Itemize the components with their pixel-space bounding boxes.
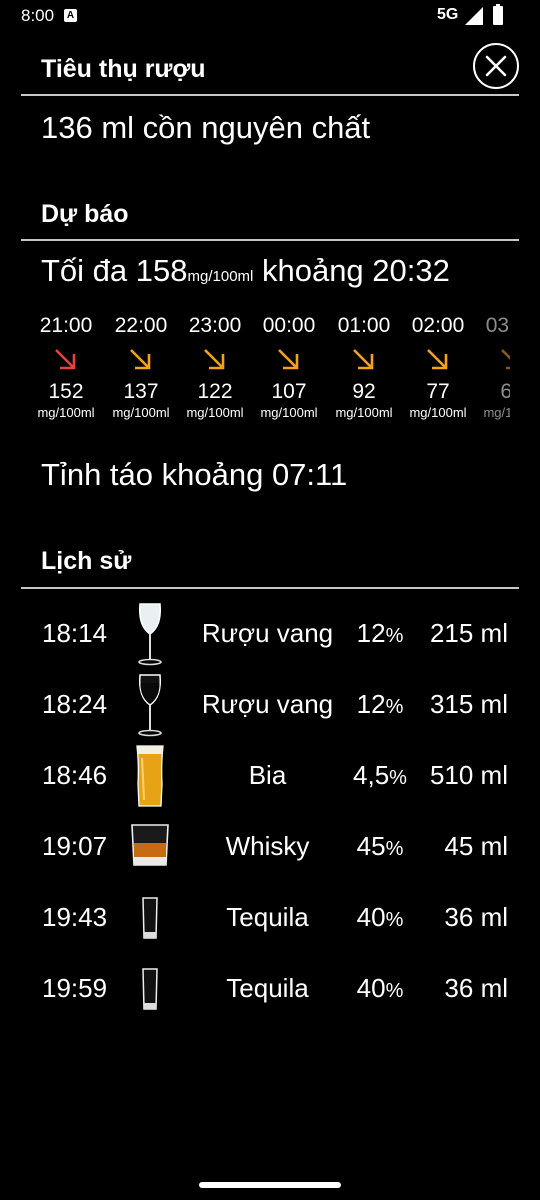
max-bac-time: khoảng 20:32 [253,253,450,288]
history-drink-name: Rượu vang [201,689,334,719]
sober-time: Tỉnh táo khoảng 07:11 [41,457,348,492]
battery-icon [493,4,503,25]
history-volume: 45 ml [444,831,508,861]
history-time: 18:24 [42,689,108,719]
shot-glass-icon [142,897,158,939]
wine-glass-icon [138,674,162,737]
forecast-time: 03:00 [485,314,510,337]
signal-icon [465,7,483,25]
history-row[interactable]: 18:46 Bia 4,5% 510 ml [0,744,540,808]
history-abv: 45% [356,831,404,861]
forecast-value: 137 [123,380,159,403]
close-button[interactable] [473,43,519,89]
forecast-unit: mg/100ml [112,405,170,420]
history-time: 18:14 [42,618,108,648]
shot-glass-icon [142,968,158,1010]
history-row[interactable]: 18:14 Rượu vang 12% 215 ml [0,602,540,666]
forecast-time: 01:00 [337,314,391,337]
forecast-item: 00:00 107 mg/100ml [249,310,329,420]
divider [21,587,519,589]
divider [21,239,519,241]
arrow-down-right-icon [204,349,225,370]
history-time: 19:59 [42,973,108,1003]
status-time: 8:00 [21,6,55,25]
history-volume: 315 ml [429,689,508,719]
app-notification-icon: A [64,9,77,22]
status-bar: 8:00 A 5G [0,0,540,32]
forecast-time: 22:00 [114,314,168,337]
forecast-value: 152 [48,380,84,403]
forecast-unit: mg/100ml [260,405,318,420]
close-icon [485,55,507,77]
whisky-glass-icon [131,824,169,866]
history-drink-name: Tequila [226,902,309,932]
forecast-value: 62 [500,380,510,403]
forecast-unit: mg/100ml [186,405,244,420]
forecast-title: Dự báo [41,200,129,228]
history-drink-name: Whisky [225,831,310,861]
history-time: 18:46 [42,760,108,790]
network-type: 5G [437,6,459,23]
forecast-unit: mg/100ml [37,405,95,420]
history-row[interactable]: 19:07 Whisky 45% 45 ml [0,815,540,879]
max-bac-line: Tối đa 158mg/100ml khoảng 20:32 [41,253,450,289]
wine-glass-icon [138,603,162,666]
history-drink-name: Tequila [226,973,309,1003]
forecast-strip[interactable]: 21:00 152 mg/100ml 22:00 137 mg/100ml 23… [21,310,510,425]
arrow-down-right-icon [501,349,510,370]
max-bac-value: Tối đa 158 [41,253,188,288]
history-time: 19:43 [42,902,108,932]
forecast-time: 23:00 [188,314,242,337]
history-drink-name: Bia [248,760,287,790]
history-abv: 12% [356,618,404,648]
history-row[interactable]: 18:24 Rượu vang 12% 315 ml [0,673,540,737]
forecast-value: 107 [271,380,307,403]
beer-glass-icon [136,745,164,807]
history-abv: 12% [356,689,404,719]
home-indicator[interactable] [199,1182,341,1188]
history-volume: 36 ml [444,973,508,1003]
forecast-value: 77 [426,380,450,403]
forecast-item: 22:00 137 mg/100ml [101,310,181,420]
history-abv: 4,5% [353,760,407,790]
forecast-time: 00:00 [262,314,316,337]
forecast-item: 01:00 92 mg/100ml [324,310,404,420]
history-row[interactable]: 19:59 Tequila 40% 36 ml [0,957,540,1021]
history-abv: 40% [356,973,404,1003]
forecast-item: 21:00 152 mg/100ml [26,310,106,420]
forecast-time: 21:00 [39,314,93,337]
forecast-value: 92 [352,380,376,403]
forecast-time: 02:00 [411,314,465,337]
forecast-item: 02:00 77 mg/100ml [398,310,478,420]
forecast-item: 23:00 122 mg/100ml [175,310,255,420]
history-time: 19:07 [42,831,108,861]
forecast-unit: mg/100ml [483,405,510,420]
history-row[interactable]: 19:43 Tequila 40% 36 ml [0,886,540,950]
history-drink-name: Rượu vang [201,618,334,648]
alcohol-summary: 136 ml cồn nguyên chất [41,110,371,145]
max-bac-unit: mg/100ml [187,268,254,285]
forecast-item: 03:00 62 mg/100ml [472,310,510,420]
history-volume: 215 ml [429,618,508,648]
history-volume: 510 ml [429,760,508,790]
arrow-down-right-icon [130,349,151,370]
consumption-title: Tiêu thụ rượu [41,55,206,83]
history-title: Lịch sử [41,547,132,575]
history-abv: 40% [356,902,404,932]
history-volume: 36 ml [444,902,508,932]
arrow-down-right-icon [278,349,299,370]
forecast-unit: mg/100ml [335,405,393,420]
arrow-down-right-icon [427,349,448,370]
forecast-value: 122 [197,380,233,403]
arrow-down-right-icon [353,349,374,370]
arrow-down-right-icon [55,349,76,370]
divider [21,94,519,96]
forecast-unit: mg/100ml [409,405,467,420]
